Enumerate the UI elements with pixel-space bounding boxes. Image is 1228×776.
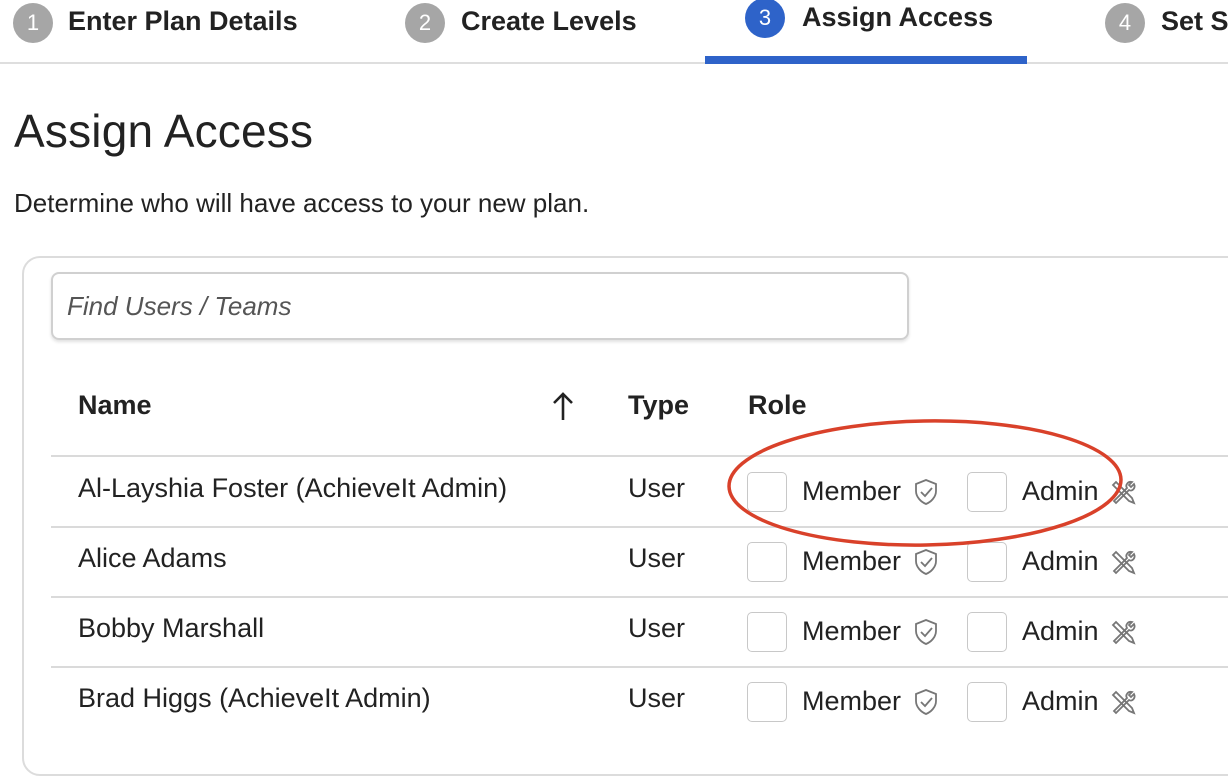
step-number: 2 [405,3,445,43]
shield-check-icon [915,549,937,575]
column-header-role: Role [748,390,807,420]
tools-icon [1111,550,1136,575]
step-label: Assign Access [802,2,994,32]
admin-label: Admin [1022,546,1099,576]
user-type: User [628,613,686,643]
user-type: User [628,473,686,503]
step-label: Set Se [1161,6,1228,36]
header-divider [51,455,1228,457]
row-divider [51,596,1228,598]
admin-checkbox[interactable] [967,472,1007,512]
user-name: Alice Adams [78,543,227,573]
page-title: Assign Access [14,105,314,157]
member-label: Member [802,616,902,646]
column-header-name[interactable]: Name [78,390,152,421]
user-name: Bobby Marshall [78,613,265,643]
admin-checkbox[interactable] [967,542,1007,582]
column-header-type[interactable]: Type [628,390,689,421]
shield-check-icon [915,479,937,505]
user-type: User [628,683,686,713]
shield-check-icon [915,619,937,645]
page-subtitle: Determine who will have access to your n… [14,188,590,218]
member-label: Member [802,686,902,716]
search-input[interactable] [53,274,907,338]
search-field[interactable] [51,272,909,340]
admin-label: Admin [1022,616,1099,646]
step-number: 4 [1105,3,1145,43]
step-label: Create Levels [461,6,637,36]
member-checkbox[interactable] [747,542,787,582]
tools-icon [1111,690,1136,715]
member-checkbox[interactable] [747,612,787,652]
admin-label: Admin [1022,476,1099,506]
row-divider [51,526,1228,528]
admin-checkbox[interactable] [967,612,1007,652]
shield-check-icon [915,689,937,715]
step-number: 1 [13,3,53,43]
row-divider [51,666,1228,668]
member-checkbox[interactable] [747,472,787,512]
step-label: Enter Plan Details [68,6,298,36]
user-name: Brad Higgs (AchieveIt Admin) [78,683,431,713]
member-checkbox[interactable] [747,682,787,722]
admin-label: Admin [1022,686,1099,716]
arrow-up-icon[interactable] [550,390,576,422]
stepper: 1 Enter Plan Details 2 Create Levels 3 A… [0,0,1228,64]
admin-checkbox[interactable] [967,682,1007,722]
user-name: Al-Layshia Foster (AchieveIt Admin) [78,473,508,503]
tools-icon [1111,620,1136,645]
member-label: Member [802,476,902,506]
active-step-indicator [705,56,1027,64]
member-label: Member [802,546,902,576]
tools-icon [1111,480,1136,505]
user-type: User [628,543,686,573]
step-number: 3 [745,0,785,38]
